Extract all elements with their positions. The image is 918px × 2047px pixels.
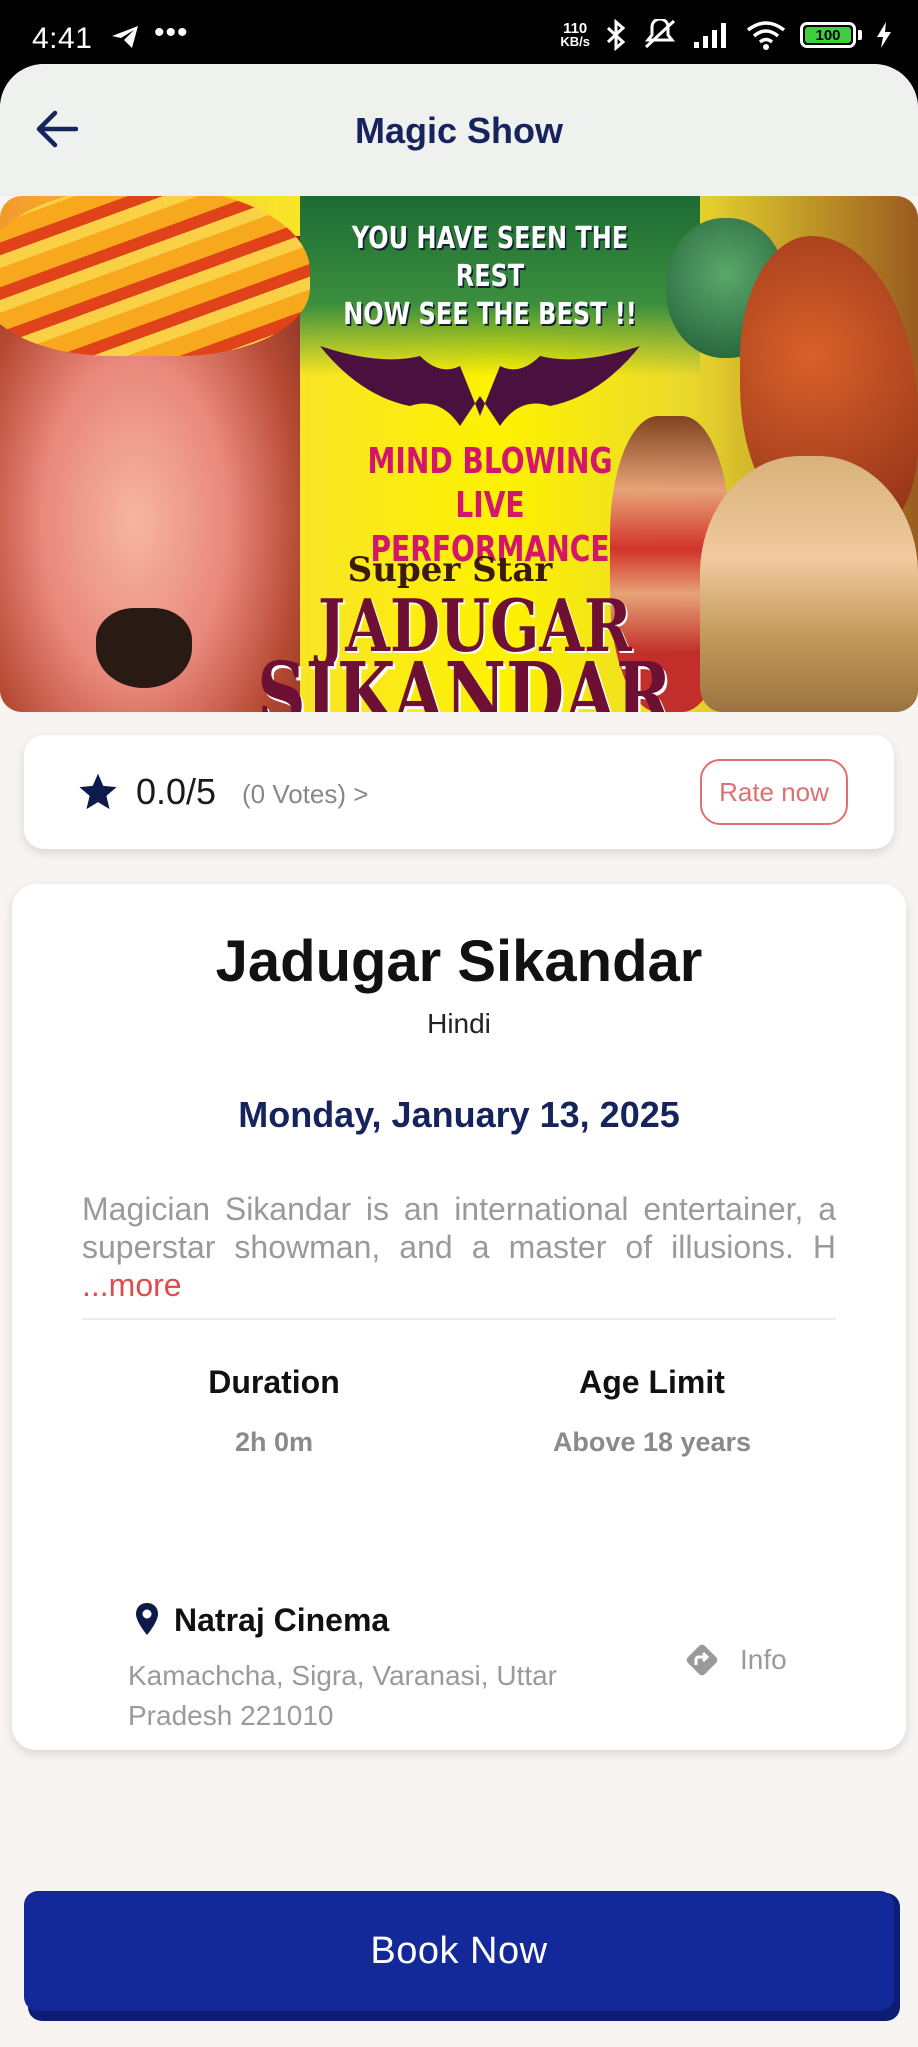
event-description-text: Magician Sikandar is an international en… <box>82 1191 836 1265</box>
divider <box>82 1318 836 1320</box>
wifi-icon <box>746 21 786 50</box>
age-limit-stat: Age Limit Above 18 years <box>492 1364 812 1458</box>
telegram-icon <box>112 26 138 48</box>
event-details-card: Jadugar Sikandar Hindi Monday, January 1… <box>12 884 906 1750</box>
charging-icon <box>877 22 891 48</box>
turban-illustration <box>0 196 310 356</box>
directions-icon <box>686 1644 718 1676</box>
rate-now-button[interactable]: Rate now <box>700 759 848 825</box>
bat-illustration <box>320 346 640 426</box>
battery-icon: 100 <box>800 22 856 48</box>
network-speed: 110 KB/s <box>560 21 590 49</box>
duration-stat: Duration 2h 0m <box>114 1364 434 1458</box>
venue-info-button[interactable]: Info <box>682 1640 787 1680</box>
banner-line-1: YOU HAVE SEEN THE REST <box>351 221 629 294</box>
event-language: Hindi <box>427 1008 491 1039</box>
star-icon <box>79 773 117 810</box>
bluetooth-icon <box>606 19 626 51</box>
status-time: 4:41 <box>32 22 93 55</box>
battery-level: 100 <box>815 26 841 44</box>
vibrate-off-icon <box>644 19 676 49</box>
rating-votes-link[interactable]: (0 Votes) > <box>242 779 368 810</box>
venue-info-label: Info <box>740 1644 787 1675</box>
event-date: Monday, January 13, 2025 <box>238 1094 680 1135</box>
event-title: Jadugar Sikandar <box>215 929 703 994</box>
officer-illustration <box>700 456 918 712</box>
rating-card: 0.0/5 (0 Votes) > Rate now <box>24 735 894 849</box>
rating-score: 0.0/5 <box>136 771 217 812</box>
banner-line-3: MIND BLOWING LIVE <box>367 441 613 526</box>
app-screen: Magic Show YOU HAVE SEEN THE REST NOW SE… <box>0 64 918 2047</box>
app-header: Magic Show <box>0 64 918 196</box>
venue-name: Natraj Cinema <box>174 1602 390 1638</box>
read-more-link[interactable]: ...more <box>82 1267 182 1303</box>
event-banner-image: YOU HAVE SEEN THE REST NOW SEE THE BEST … <box>0 196 918 712</box>
age-limit-value: Above 18 years <box>552 1427 752 1457</box>
duration-value: 2h 0m <box>234 1427 314 1457</box>
signal-icon <box>694 23 726 48</box>
location-pin-icon <box>136 1603 158 1635</box>
banner-tagline: YOU HAVE SEEN THE REST NOW SEE THE BEST … <box>338 220 642 334</box>
status-icons: 110 KB/s 100 <box>560 18 892 52</box>
status-bar: 4:41 ••• 110 KB/s 100 <box>0 0 918 66</box>
duration-label: Duration <box>208 1364 340 1400</box>
banner-sikandar: SIKANDAR <box>257 644 672 713</box>
page-title: Magic Show <box>354 110 564 151</box>
network-speed-unit: KB/s <box>560 34 590 49</box>
event-description: Magician Sikandar is an international en… <box>82 1190 836 1304</box>
more-notifications-icon: ••• <box>154 16 189 49</box>
venue-address: Kamachcha, Sigra, Varanasi, Uttar Prades… <box>128 1660 558 1731</box>
banner-line-2: NOW SEE THE BEST !! <box>343 297 637 332</box>
book-now-button[interactable]: Book Now <box>24 1891 894 2011</box>
age-limit-label: Age Limit <box>579 1364 725 1400</box>
